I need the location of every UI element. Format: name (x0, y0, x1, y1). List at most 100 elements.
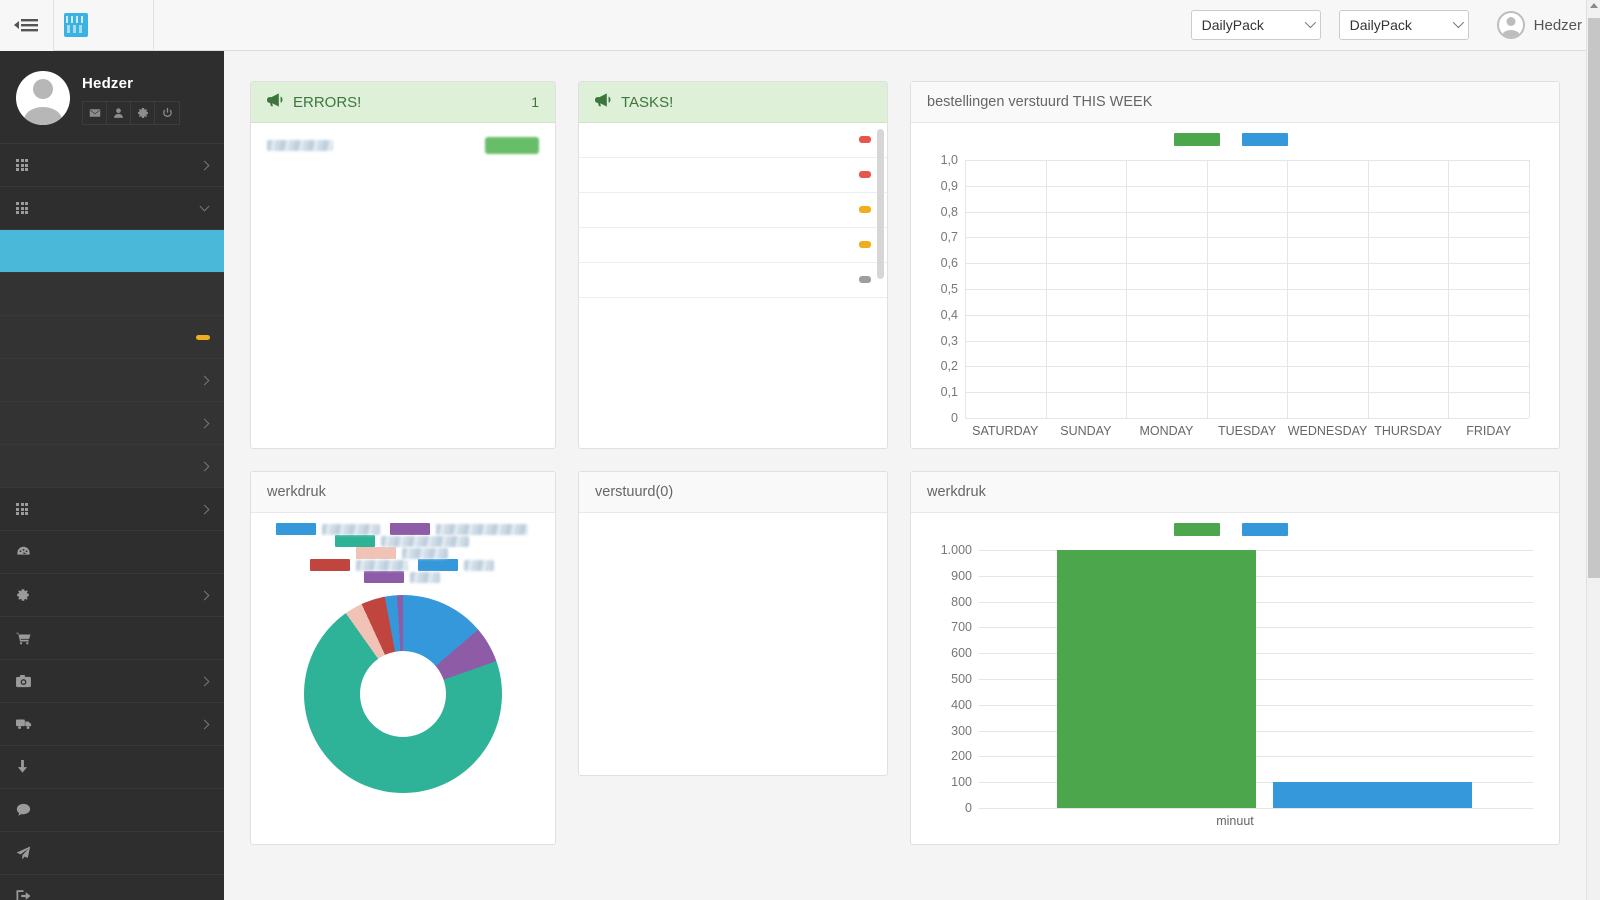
sidebar-item-producten[interactable] (0, 660, 224, 703)
y-axis-tick: 0,5 (940, 282, 958, 296)
chevron-right-icon (199, 590, 210, 600)
sidebar-item-manifests[interactable] (0, 316, 224, 359)
task-priority-badge (859, 241, 871, 248)
app-logo[interactable] (54, 0, 154, 51)
pie-legend-item[interactable] (276, 523, 382, 535)
task-row[interactable] (579, 158, 887, 193)
warehouse-select[interactable]: DailyPack (1338, 10, 1469, 40)
pie-legend-item[interactable] (390, 523, 530, 535)
sidebar-profile: Hedzer (0, 51, 224, 143)
power-icon[interactable] (155, 102, 179, 124)
sidebar-item-logout[interactable] (0, 875, 224, 900)
legend-item[interactable] (1174, 133, 1228, 146)
week-chart-title: bestellingen verstuurd THIS WEEK (927, 94, 1153, 110)
error-action-button[interactable] (485, 137, 539, 154)
sidebar-item-bestellingen[interactable] (0, 273, 224, 316)
sidebar-item-verzendingen[interactable] (0, 832, 224, 875)
bar[interactable] (1272, 781, 1473, 808)
tasks-panel-title: TASKS! (621, 93, 674, 111)
task-row[interactable] (579, 228, 887, 263)
sidebar-item-account[interactable] (0, 359, 224, 402)
chevron-right-icon (199, 504, 210, 514)
task-row[interactable] (579, 123, 887, 158)
errors-count[interactable]: 1 (531, 94, 539, 110)
pie-legend-item[interactable] (364, 571, 442, 583)
pie-legend-line (265, 547, 541, 559)
errors-panel: ERRORS! 1 (250, 81, 556, 449)
scrollbar-thumb[interactable] (1588, 18, 1600, 578)
gridline (965, 237, 1529, 239)
werkdruk-donut-chart[interactable] (304, 595, 502, 793)
pie-legend-item[interactable] (335, 535, 471, 547)
sidebar-item-leveranciers[interactable] (0, 703, 224, 746)
sidebar-item-magazijn[interactable] (0, 488, 224, 531)
sidebar-item-dashboard[interactable] (0, 531, 224, 574)
legend-swatch-icon (364, 571, 404, 583)
werkdruk-bar-panel: werkdruk 1.000 900 800 700 600 500 400 300 200 10… (910, 471, 1560, 845)
user-icon[interactable] (107, 102, 131, 124)
user-menu[interactable]: Hedzer (1496, 11, 1582, 39)
organisation-select[interactable]: DailyPack (1190, 10, 1321, 40)
sidebar-item-fullfilment[interactable] (0, 187, 224, 230)
y-axis-tick: 400 (951, 697, 972, 712)
werkdruk-bar-title: werkdruk (927, 484, 986, 500)
sidebar-item-retouren[interactable] (0, 746, 224, 789)
arrow-down-icon (16, 760, 38, 774)
pie-legend-label-redacted (402, 547, 448, 559)
verstuurd-panel-body (579, 513, 887, 776)
organisation-select-value: DailyPack (1201, 17, 1264, 33)
sidebar-item-bestellingen[interactable] (0, 617, 224, 660)
sidebar-quick-actions (82, 101, 180, 125)
pie-legend-item[interactable] (310, 559, 410, 571)
legend-item[interactable] (1242, 133, 1296, 146)
x-axis-tick: SATURDAY (972, 424, 1039, 438)
pie-legend-line (265, 571, 541, 583)
verstuurd-panel-title: verstuurd(0) (595, 484, 674, 500)
task-priority-badge (859, 276, 871, 283)
sidebar-item-plugins[interactable] (0, 402, 224, 445)
tasks-scrollbar[interactable] (877, 129, 884, 279)
task-row[interactable] (579, 193, 887, 228)
y-axis-tick: 0,2 (940, 359, 958, 374)
envelope-icon[interactable] (83, 102, 107, 124)
sidebar-user-name: Hedzer (82, 75, 134, 92)
week-chart-panel: bestellingen verstuurd THIS WEEK 1,0 0,9 0… (910, 81, 1560, 449)
grid-icon (16, 202, 38, 214)
x-axis-tick: WEDNESDAY (1287, 424, 1368, 438)
x-axis-tick: FRIDAY (1466, 424, 1512, 438)
sidebar-item-dashboard[interactable] (0, 230, 224, 273)
task-priority-badge (859, 171, 871, 178)
vertical-gridline (1126, 160, 1128, 418)
legend-item[interactable] (1242, 523, 1296, 536)
collapse-menu-icon (13, 18, 40, 32)
sidebar-item-workstation[interactable] (0, 445, 224, 488)
tasks-panel-header: TASKS! (579, 82, 887, 123)
sidebar-collapse-button[interactable] (0, 0, 54, 51)
vertical-gridline (1287, 160, 1289, 418)
pie-legend-item[interactable] (418, 559, 496, 571)
vertical-gridline (1448, 160, 1450, 418)
werkdruk-pie-panel: werkdruk (250, 471, 556, 845)
chevron-right-icon (199, 676, 210, 686)
gridline (965, 160, 1529, 161)
sidebar-item-dailypack[interactable] (0, 144, 224, 187)
window-scrollbar[interactable] (1586, 0, 1600, 900)
scroll-up-arrow-icon[interactable] (1590, 3, 1598, 8)
bar[interactable] (1056, 550, 1256, 808)
y-axis-tick: 300 (951, 723, 972, 738)
y-axis-tick: 600 (951, 646, 972, 661)
errors-panel-body (251, 123, 555, 168)
chevron-right-icon (199, 418, 210, 428)
sidebar-item-account[interactable] (0, 574, 224, 617)
gear-icon[interactable] (131, 102, 155, 124)
pie-legend-label-redacted (381, 535, 469, 547)
errors-panel-header: ERRORS! 1 (251, 82, 555, 123)
legend-swatch-icon (335, 535, 375, 547)
error-row[interactable] (251, 123, 555, 168)
task-row[interactable] (579, 263, 887, 298)
y-axis-tick: 0 (965, 801, 972, 815)
pie-legend-item[interactable] (356, 547, 450, 559)
sidebar-item-tickets[interactable] (0, 789, 224, 832)
gridline (965, 340, 1529, 342)
legend-item[interactable] (1174, 523, 1228, 536)
